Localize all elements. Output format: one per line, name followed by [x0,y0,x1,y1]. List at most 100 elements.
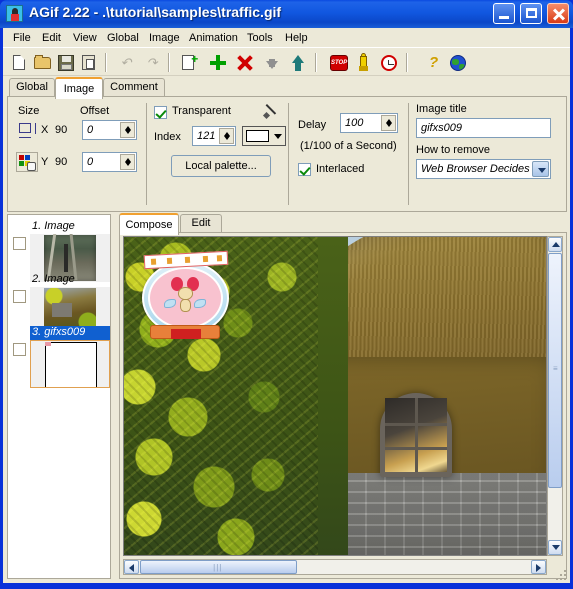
index-spin-buttons[interactable] [219,128,234,144]
menu-item-file[interactable]: File [9,31,35,45]
delete-image-icon[interactable] [234,52,256,73]
palette-hand-icon[interactable] [16,152,38,172]
stop-icon[interactable]: STOP [328,52,350,73]
offset-x-spin-buttons[interactable] [120,122,135,138]
tab-image[interactable]: Image [55,77,103,99]
chevron-down-icon[interactable] [532,161,549,177]
blank-white-thumb[interactable] [30,340,110,388]
local-palette-button[interactable]: Local palette... [171,155,271,177]
transparent-checkbox[interactable] [154,106,167,119]
cottage-window [380,393,452,477]
eyedropper-icon[interactable] [262,102,280,120]
offset-y-spin-buttons[interactable] [120,154,135,170]
save-as-icon[interactable] [78,52,100,73]
toolbar-separator-4 [406,53,408,72]
toolbar-separator-1 [105,53,107,72]
tab-compose[interactable]: Compose [119,213,179,235]
tab-comment[interactable]: Comment [103,78,165,97]
image-title-input[interactable]: gifxs009 [416,118,551,138]
maximize-button[interactable] [519,3,542,24]
frame-list[interactable]: 1. Image 2. Image 3. gifxs009 [7,214,111,579]
web-icon[interactable] [447,52,469,73]
menu-item-tools[interactable]: Tools [243,31,277,45]
size-group-label: Size [18,105,40,117]
offset-y-stepper[interactable]: 0 [82,152,137,172]
cottage-scene-with-sticker [124,237,546,555]
offset-x-value: 0 [87,124,94,136]
menu-item-image[interactable]: Image [145,31,184,45]
pink-angel-dog-sticker [138,249,233,341]
agif-app-icon [6,5,23,22]
horizontal-scrollbar[interactable]: ||| [123,559,547,575]
how-to-remove-value: Web Browser Decides [421,163,530,175]
delay-spin-buttons[interactable] [381,115,396,131]
scroll-down-button[interactable] [548,540,562,555]
interlaced-checkbox[interactable] [298,163,311,176]
client-area: File Edit View Global Image Animation To… [3,28,570,583]
how-to-remove-select[interactable]: Web Browser Decides [416,159,551,179]
size-x-label: X [41,124,49,136]
delay-stepper[interactable]: 100 [340,113,398,133]
canvas-tab-strip: Compose Edit [119,213,567,235]
save-file-icon[interactable] [55,52,77,73]
open-file-icon[interactable] [32,52,54,73]
horizontal-scroll-thumb[interactable]: ||| [140,560,297,574]
toolbar: ↶ ↷ + STOP ? [3,47,570,76]
index-label: Index [154,131,181,143]
move-down-icon[interactable] [261,52,283,73]
app-window: AGif 2.22 - .\tutorial\samples\traffic.g… [0,0,573,589]
scroll-up-button[interactable] [548,237,562,252]
menu-item-animation[interactable]: Animation [185,31,242,45]
frame-checkbox-1[interactable] [13,237,26,250]
offset-x-stepper[interactable]: 0 [82,120,137,140]
close-button[interactable] [547,3,569,24]
menu-item-view[interactable]: View [69,31,101,45]
frame-checkbox-3[interactable] [13,343,26,356]
scroll-right-button[interactable] [531,560,546,574]
vertical-scroll-thumb[interactable]: ≡ [548,253,562,488]
menu-item-help[interactable]: Help [281,31,312,45]
menu-item-edit[interactable]: Edit [38,31,65,45]
frame-label-3: 3. gifxs009 [30,326,110,340]
delay-value: 100 [345,117,364,129]
panel-divider-1 [146,103,147,205]
transparent-index-stepper[interactable]: 121 [192,126,236,146]
resize-grip[interactable] [554,568,566,580]
image-title-value: gifxs009 [421,122,462,134]
insert-image-icon[interactable]: + [179,52,201,73]
image-canvas[interactable] [123,236,547,556]
tab-global[interactable]: Global [9,78,55,97]
minimize-button[interactable] [492,3,515,24]
redo-icon[interactable]: ↷ [141,52,163,73]
transparent-label: Transparent [172,105,231,117]
delay-label: Delay [298,119,327,131]
tab-edit[interactable]: Edit [180,214,222,233]
timer-icon[interactable] [378,52,400,73]
add-image-icon[interactable] [207,52,229,73]
image-title-label: Image title [416,103,467,115]
run-icon[interactable] [353,52,375,73]
move-up-icon[interactable] [287,52,309,73]
interlaced-label: Interlaced [316,163,365,175]
transparent-color-swatch[interactable] [242,126,286,146]
panel-divider-2 [288,103,289,205]
size-y-value: 90 [55,156,68,168]
undo-icon[interactable]: ↶ [115,52,137,73]
title-bar: AGif 2.22 - .\tutorial\samples\traffic.g… [0,0,573,28]
stone-wall [348,473,546,555]
menu-item-global[interactable]: Global [103,31,143,45]
property-tab-strip: Global Image Comment [7,77,567,99]
scroll-left-button[interactable] [124,560,139,574]
help-icon[interactable]: ? [423,52,445,73]
compose-canvas-panel: ≡ ||| [119,232,567,579]
frame-checkbox-2[interactable] [13,290,26,303]
size-y-label: Y [41,156,49,168]
transparent-index-value: 121 [197,130,216,142]
offset-group-label: Offset [80,105,110,117]
menu-bar: File Edit View Global Image Animation To… [3,28,570,47]
panel-divider-3 [408,103,409,205]
new-file-icon[interactable] [9,52,31,73]
vertical-scrollbar[interactable]: ≡ [547,236,563,556]
delay-unit-note: (1/100 of a Second) [300,140,397,152]
dimension-icon [19,123,36,138]
